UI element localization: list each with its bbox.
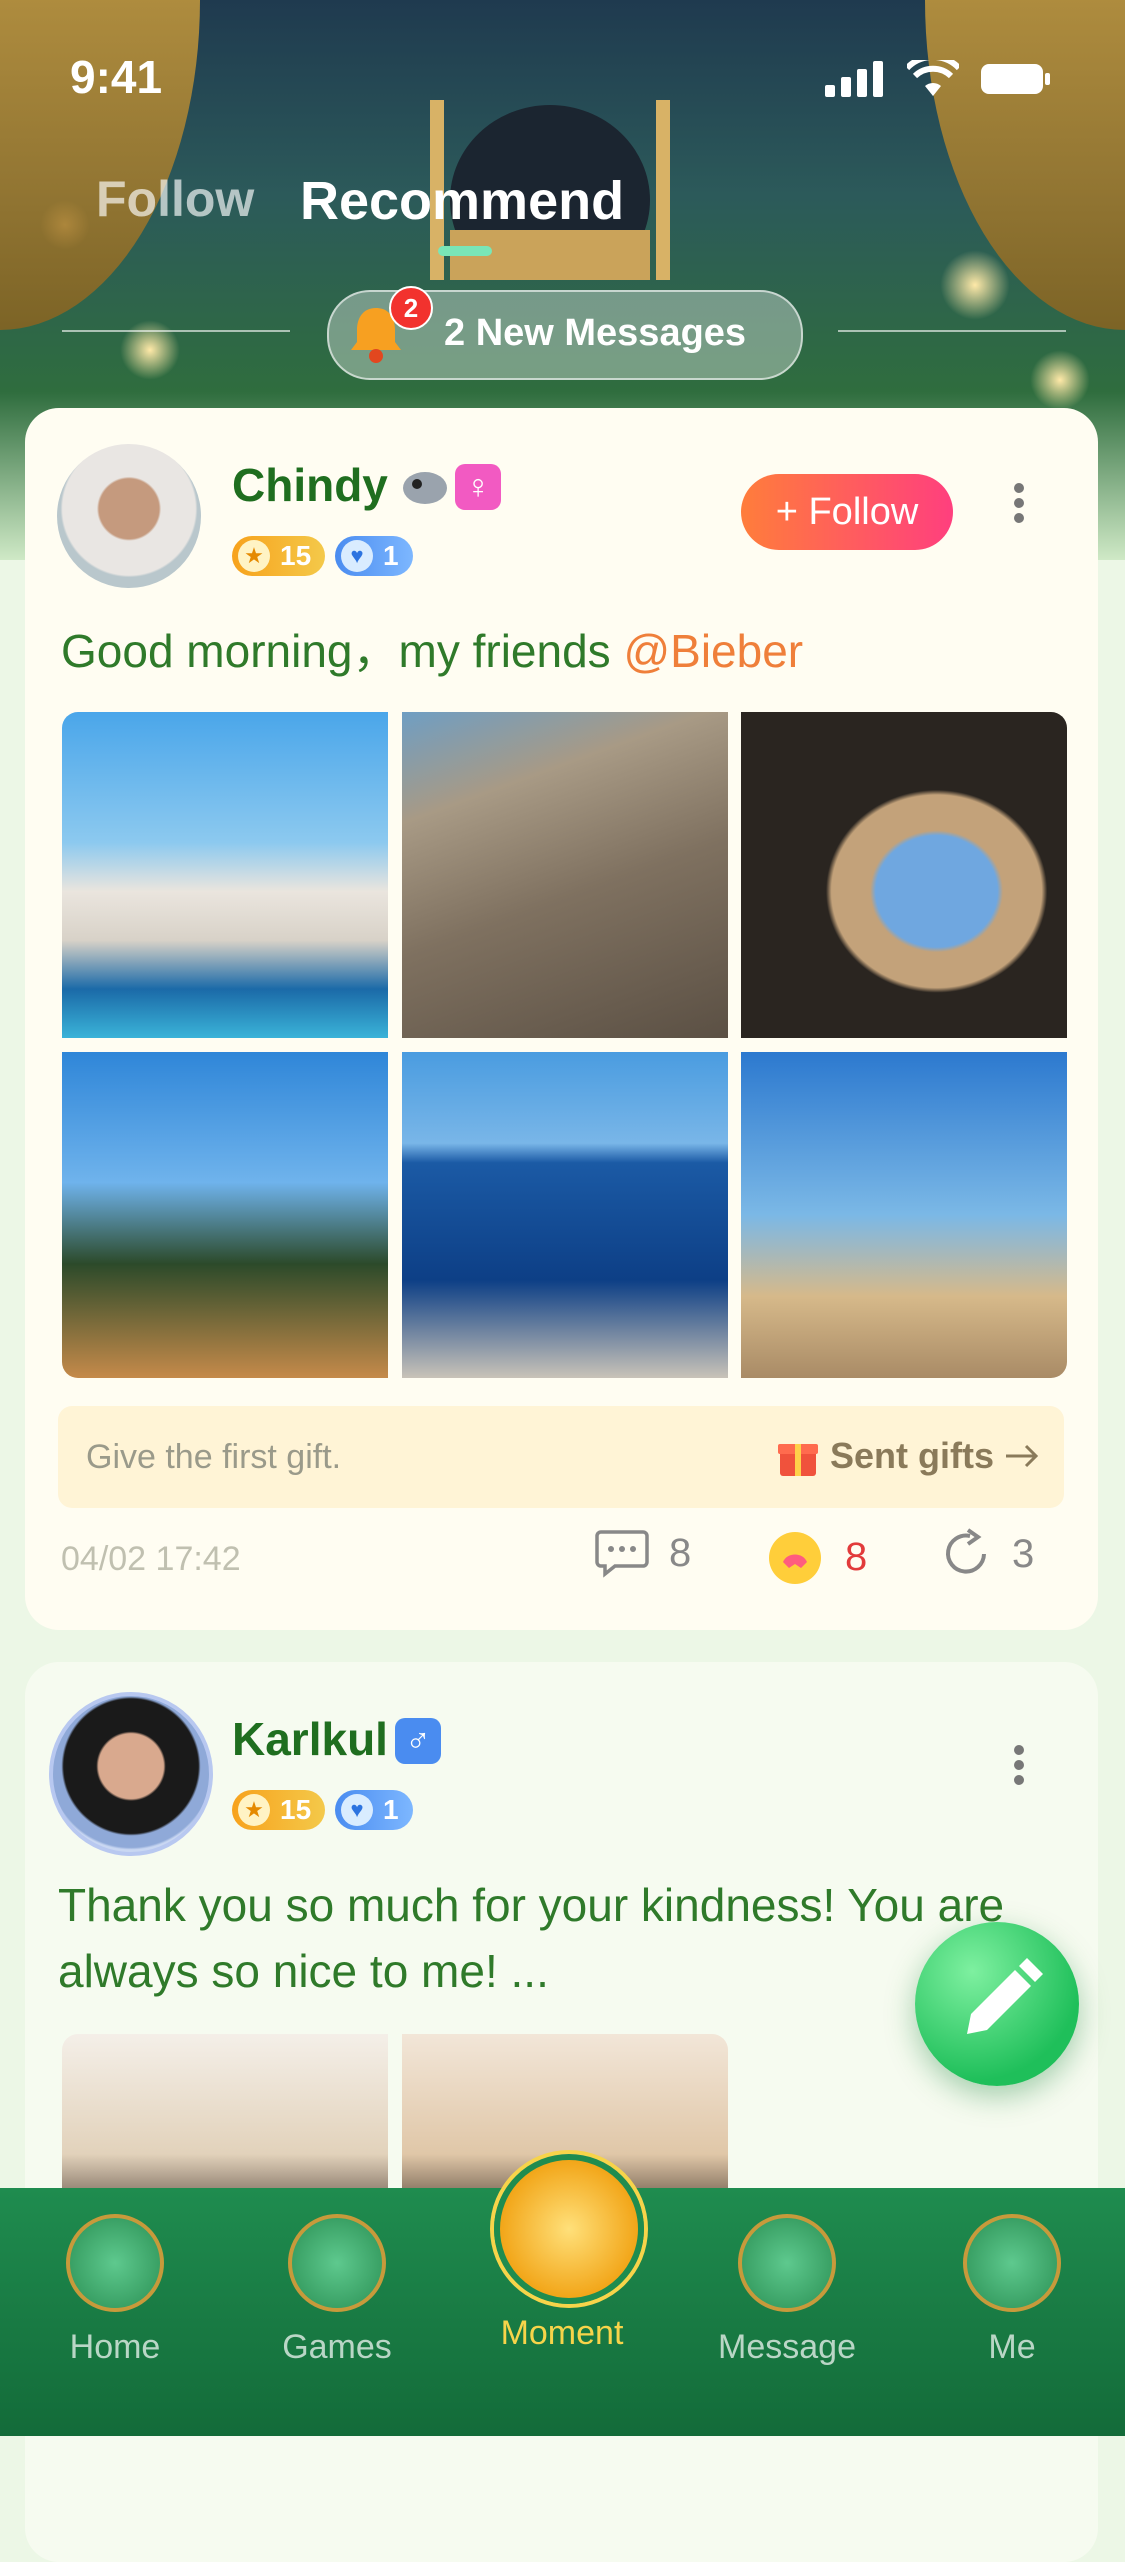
post-card: Chindy ♀ ★ 15 ♥ 1 + Follow Good morning，…: [25, 408, 1098, 1630]
gift-prompt: Give the first gift.: [86, 1438, 342, 1476]
bird-icon: [403, 472, 447, 504]
username[interactable]: Karlkul: [232, 1712, 388, 1766]
nav-me[interactable]: Me: [927, 2214, 1097, 2367]
tab-follow[interactable]: Follow: [96, 170, 254, 228]
chat-bubble-icon: [738, 2214, 836, 2312]
share-stat[interactable]: 3: [940, 1528, 1034, 1580]
level-heart-badge: ♥ 1: [335, 1790, 413, 1830]
more-options-icon[interactable]: [1009, 478, 1029, 538]
new-messages-button[interactable]: 2 2 New Messages: [327, 286, 803, 380]
more-options-icon[interactable]: [1009, 1740, 1029, 1800]
sent-gifts-link[interactable]: Sent gifts: [776, 1434, 1040, 1478]
gamepad-icon: [288, 2214, 386, 2312]
nav-home[interactable]: Home: [30, 2214, 200, 2367]
nav-moment[interactable]: Moment: [477, 2314, 647, 2353]
follow-button[interactable]: + Follow: [741, 474, 953, 550]
male-gender-badge: ♂: [395, 1718, 441, 1764]
comment-icon: [595, 1530, 649, 1578]
new-messages-label: 2 New Messages: [444, 312, 747, 354]
divider-right: [838, 330, 1066, 332]
status-time: 9:41: [70, 51, 163, 103]
pavilion-icon: [963, 2214, 1061, 2312]
post-photo[interactable]: [402, 1052, 728, 1378]
post-photo[interactable]: [741, 712, 1067, 1038]
post-photo[interactable]: [62, 1052, 388, 1378]
pencil-icon: [967, 1958, 1043, 2034]
post-photo[interactable]: [741, 1052, 1067, 1378]
female-gender-badge: ♀: [455, 464, 501, 510]
avatar[interactable]: [49, 1692, 213, 1856]
new-messages-badge: 2: [389, 286, 433, 330]
gift-icon: [777, 1444, 818, 1476]
bottom-navigation: Home Games Moment Message Me: [0, 2154, 1125, 2436]
star-icon: ★: [238, 1794, 270, 1826]
comment-stat[interactable]: 8: [595, 1528, 691, 1578]
battery-icon: [981, 64, 1050, 94]
reaction-stat[interactable]: 8: [765, 1528, 867, 1586]
post-text: Thank you so much for your kindness! You…: [58, 1879, 1005, 1997]
post-photo[interactable]: [402, 712, 728, 1038]
divider-left: [62, 330, 290, 332]
status-bar: 9:41: [0, 40, 1125, 120]
mention-link[interactable]: @Bieber: [623, 625, 803, 677]
post-date: 04/02 17:42: [61, 1540, 241, 1578]
reaction-icon: [769, 1532, 821, 1584]
level-heart-badge: ♥ 1: [335, 536, 413, 576]
arrow-right-icon: [1006, 1444, 1039, 1468]
signal-icon: [825, 61, 883, 97]
tab-recommend[interactable]: Recommend: [300, 170, 624, 232]
avatar[interactable]: [57, 444, 201, 588]
nav-message[interactable]: Message: [702, 2214, 872, 2367]
post-photo[interactable]: [62, 712, 388, 1038]
post-text: Good morning，my friends @Bieber: [61, 625, 804, 677]
active-tab-indicator: [438, 246, 492, 256]
share-icon: [946, 1528, 986, 1574]
home-icon: [66, 2214, 164, 2312]
wifi-icon: [907, 60, 959, 96]
heart-icon: ♥: [341, 540, 373, 572]
magic-lamp-icon[interactable]: [494, 2154, 644, 2304]
compose-post-button[interactable]: [915, 1922, 1079, 2086]
level-star-badge: ★ 15: [232, 1790, 326, 1830]
username[interactable]: Chindy: [232, 458, 388, 512]
heart-icon: ♥: [341, 1794, 373, 1826]
star-icon: ★: [238, 540, 270, 572]
level-star-badge: ★ 15: [232, 536, 326, 576]
nav-games[interactable]: Games: [252, 2214, 422, 2367]
gift-bar[interactable]: Give the first gift. Sent gifts: [58, 1406, 1064, 1508]
